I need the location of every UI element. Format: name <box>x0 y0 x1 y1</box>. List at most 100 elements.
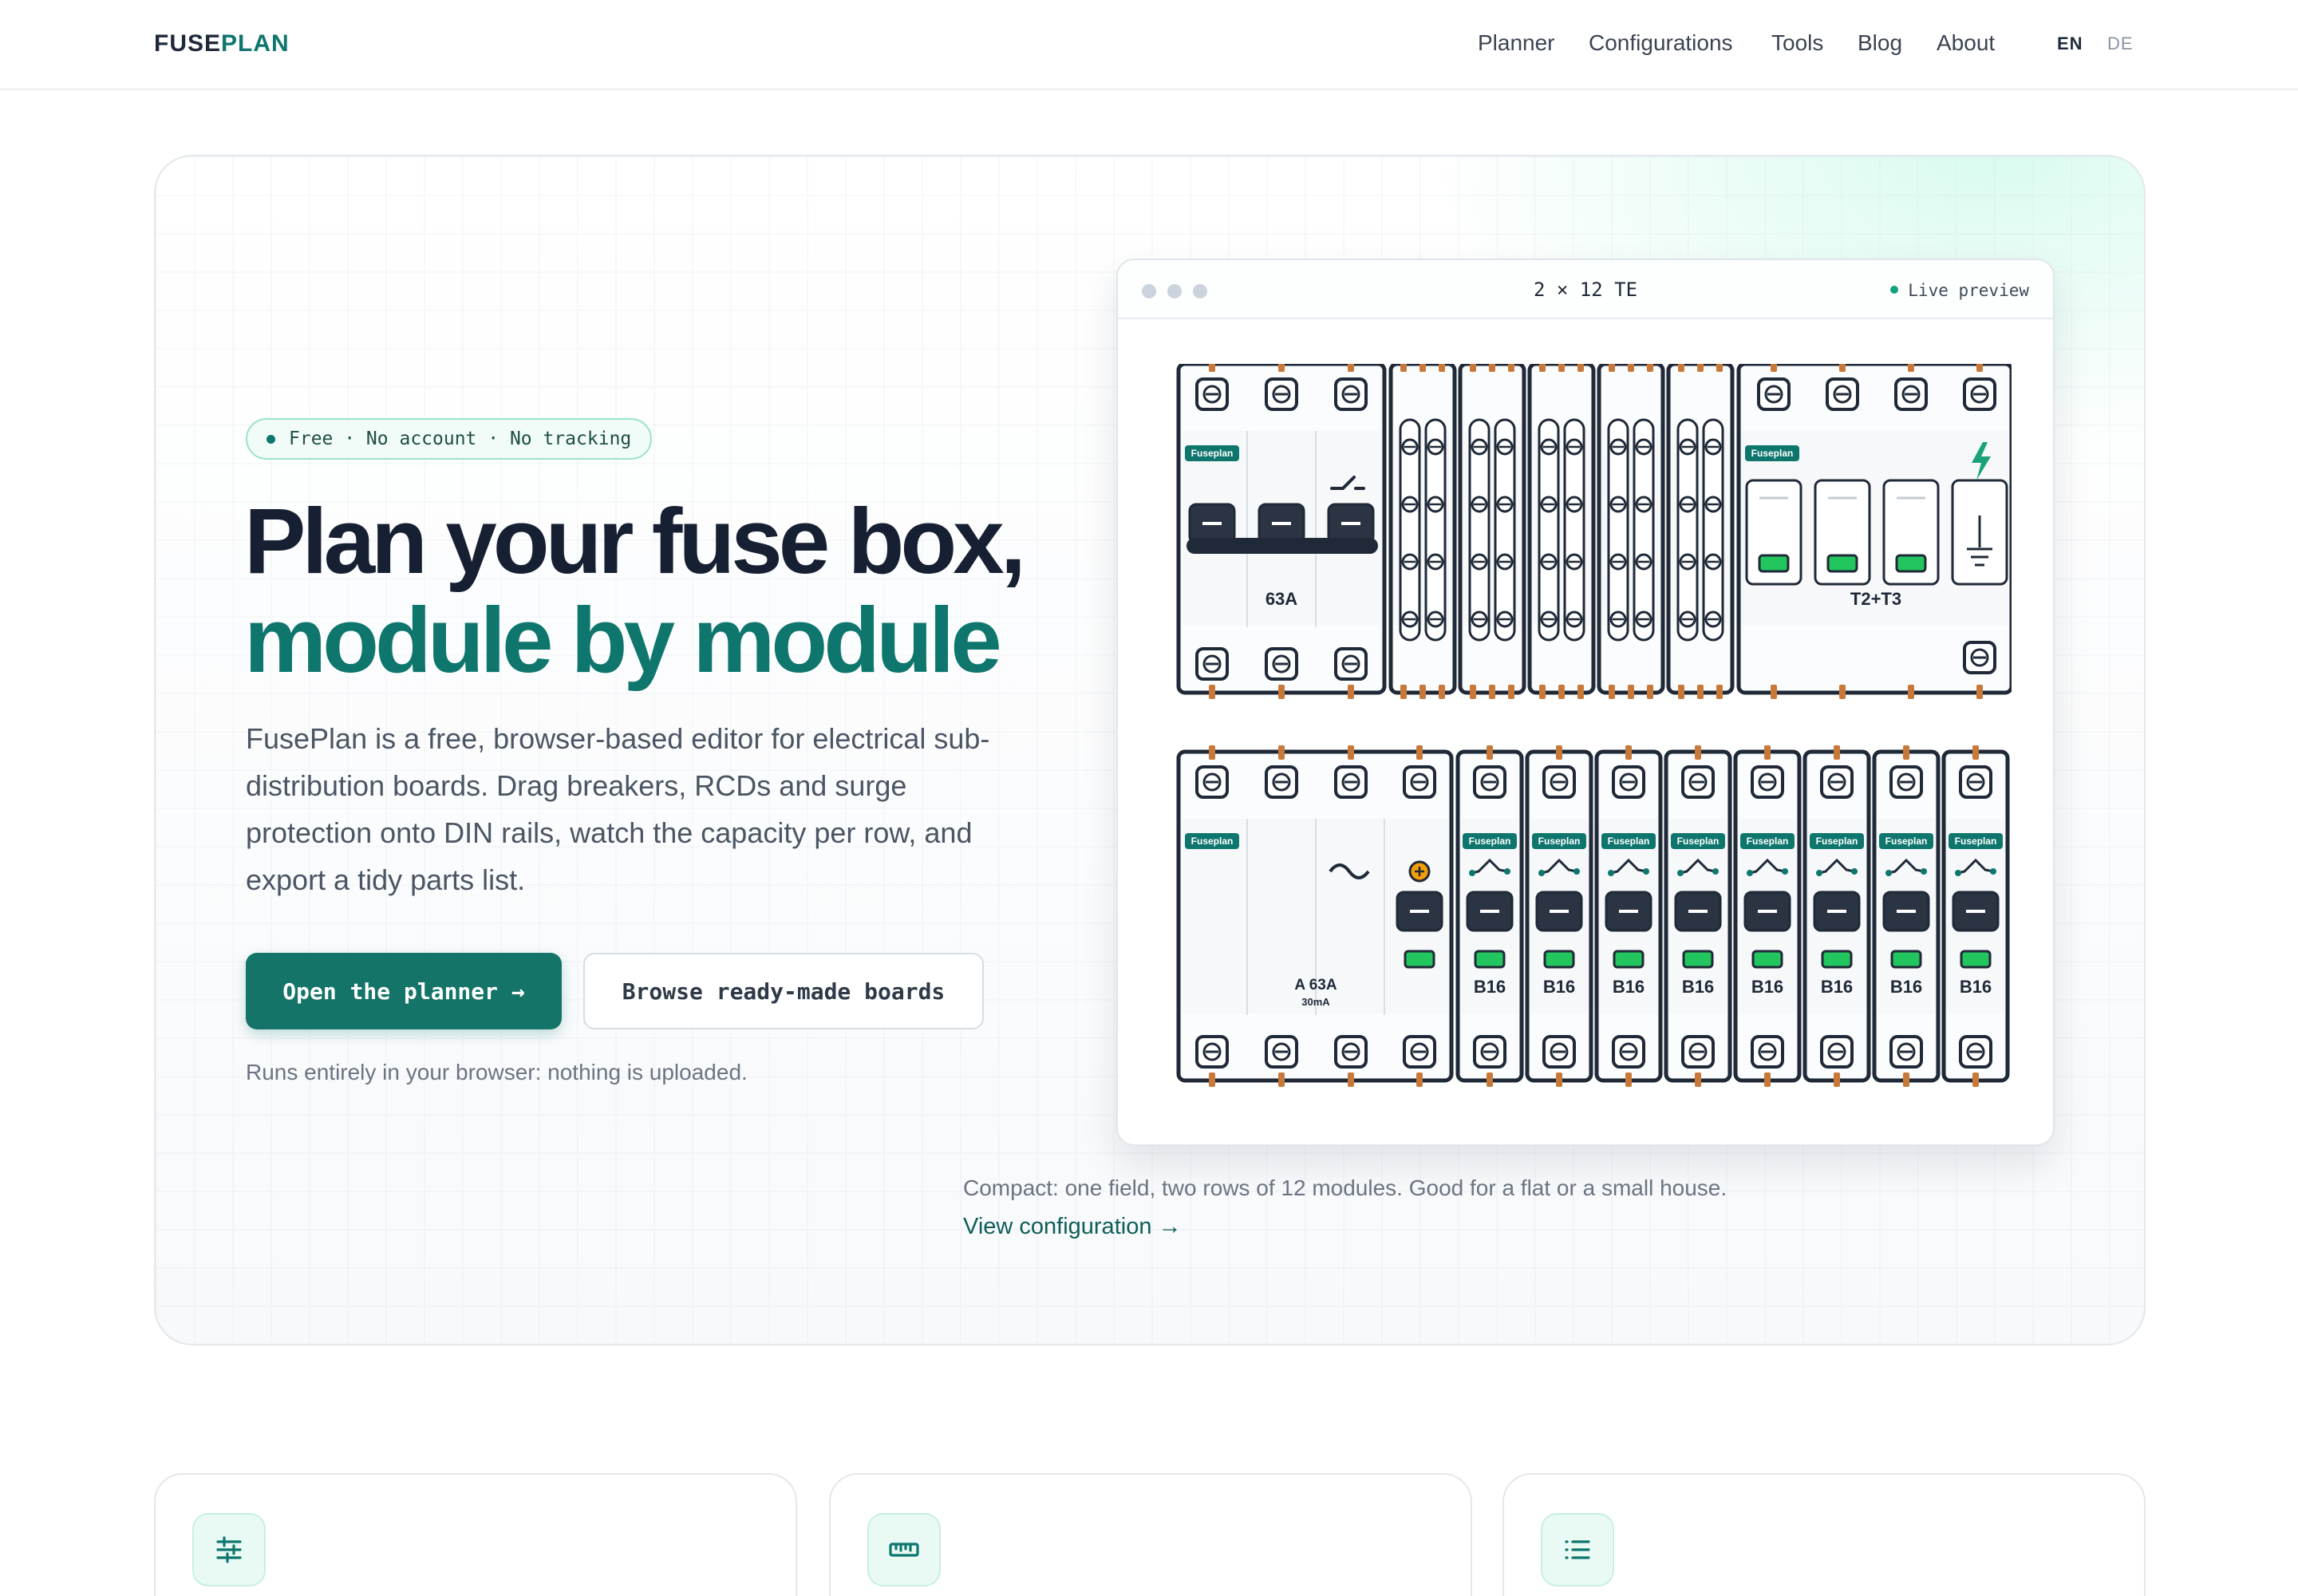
brand-label: Fuseplan <box>1816 836 1858 847</box>
copper-pin <box>1558 685 1565 699</box>
surge-protector: Fuseplan T2+T3 <box>1736 364 2012 699</box>
copper-pin <box>1628 364 1634 372</box>
open-planner-button[interactable]: Open the planner → <box>246 953 562 1029</box>
copper-pin <box>1976 364 1983 372</box>
status-indicator <box>1404 950 1435 969</box>
brand-label: Fuseplan <box>1885 836 1928 847</box>
copper-pin <box>1628 685 1634 699</box>
live-preview-label: Live preview <box>1908 281 2029 300</box>
main-switch: Fuseplan 63A <box>1176 364 1387 699</box>
badge-dot-icon <box>267 435 275 444</box>
privacy-note: Runs entirely in your browser: nothing i… <box>246 1060 748 1084</box>
copper-pin <box>1556 1073 1562 1087</box>
feature-card-1 <box>154 1473 797 1596</box>
browse-boards-button[interactable]: Browse ready-made boards <box>583 953 984 1029</box>
hero-title-line1: Plan your fuse box, <box>244 489 1026 593</box>
circuit-breaker: Fuseplan B16 <box>1664 745 1732 1087</box>
nav-blog[interactable]: Blog <box>1858 30 1902 56</box>
copper-pin <box>1771 364 1777 372</box>
breaker-rating: B16 <box>1751 977 1783 997</box>
copper-pin <box>1209 1073 1215 1087</box>
copper-pin <box>1439 685 1445 699</box>
copper-pin <box>1609 685 1615 699</box>
status-indicator <box>1751 950 1783 969</box>
live-preview-indicator: Live preview <box>1890 281 2029 300</box>
copper-pin <box>1647 685 1653 699</box>
brand-label: Fuseplan <box>1677 836 1720 847</box>
lang-de[interactable]: DE <box>2107 34 2134 54</box>
status-indicator <box>1821 950 1853 969</box>
brand-label: Fuseplan <box>1538 836 1581 847</box>
brand-label: Fuseplan <box>1608 836 1650 847</box>
nav-tools[interactable]: Tools <box>1771 30 1823 56</box>
circuit-breaker: Fuseplan B16 <box>1525 745 1593 1087</box>
status-indicator <box>1474 950 1506 969</box>
view-configuration-link[interactable]: View configuration → <box>963 1214 1182 1240</box>
copper-pin <box>1609 364 1615 372</box>
board-preview-window: 2 × 12 TE Live preview Fuseplan 63A Fusepl… <box>1116 259 2055 1146</box>
status-indicator <box>1960 950 1992 969</box>
brand-label: Fuseplan <box>1191 836 1234 847</box>
status-indicator <box>1613 950 1645 969</box>
copper-pin <box>1487 1073 1493 1087</box>
nav-configurations[interactable]: Configurations <box>1589 30 1733 56</box>
status-indicator <box>1895 554 1927 573</box>
logo-plan: PLAN <box>221 30 290 57</box>
copper-pin <box>1577 685 1584 699</box>
din-row-2: FuseplanA 63A30mAFuseplanB16FuseplanB16F… <box>1176 745 2010 1087</box>
copper-pin <box>1556 745 1562 760</box>
copper-pin <box>1539 685 1546 699</box>
copper-pin <box>1209 685 1215 699</box>
terminal-block <box>1527 364 1596 699</box>
status-indicator <box>1543 950 1575 969</box>
copper-pin <box>1678 364 1684 372</box>
status-indicator <box>1890 950 1922 969</box>
circuit-breaker: Fuseplan B16 <box>1455 745 1524 1087</box>
copper-pin <box>1771 685 1777 699</box>
copper-pin <box>1697 364 1704 372</box>
copper-pin <box>1539 364 1546 372</box>
copper-pin <box>1625 745 1632 760</box>
live-dot-icon <box>1890 286 1899 294</box>
badge-text: Free · No account · No tracking <box>289 429 632 449</box>
copper-pin <box>1678 685 1684 699</box>
lang-en[interactable]: EN <box>2057 34 2083 54</box>
feature-card-3 <box>1502 1473 2146 1596</box>
list-icon <box>1541 1513 1614 1586</box>
copper-pin <box>1439 364 1445 372</box>
hero-description: FusePlan is a free, browser-based editor… <box>246 722 990 896</box>
nav-planner[interactable]: Planner <box>1478 30 1555 56</box>
distribution-board-diagram[interactable]: Fuseplan 63A Fuseplan T2+T3 Fuseplan A 63A 30… <box>1166 364 2012 1114</box>
copper-pin <box>1348 1073 1354 1087</box>
copper-pin <box>1716 685 1723 699</box>
copper-pin <box>1508 685 1514 699</box>
copper-pin <box>1695 1073 1701 1087</box>
brand-label: Fuseplan <box>1469 836 1511 847</box>
copper-pin <box>1903 745 1909 760</box>
site-logo[interactable]: FUSEPLAN <box>154 30 290 57</box>
terminal-block <box>1597 364 1665 699</box>
rcd-rating: A 63A <box>1294 977 1337 994</box>
copper-pin <box>1348 364 1354 372</box>
copper-pin <box>1487 745 1493 760</box>
din-row-1: Fuseplan 63A Fuseplan T2+T3 <box>1176 364 2012 699</box>
copper-pin <box>1400 685 1407 699</box>
copper-pin <box>1416 1073 1423 1087</box>
copper-pin <box>1470 685 1476 699</box>
nav-about[interactable]: About <box>1937 30 1995 56</box>
copper-pin <box>1903 1073 1909 1087</box>
copper-pin <box>1625 1073 1632 1087</box>
breaker-rating: B16 <box>1543 977 1575 997</box>
copper-pin <box>1972 1073 1979 1087</box>
breaker-rating: B16 <box>1474 977 1506 997</box>
copper-pin <box>1348 685 1354 699</box>
copper-pin <box>1470 364 1476 372</box>
rcd-module: Fuseplan A 63A 30mA <box>1176 745 1454 1087</box>
copper-pin <box>1209 745 1215 760</box>
copper-pin <box>1834 745 1840 760</box>
breaker-rating: B16 <box>1682 977 1714 997</box>
copper-pin <box>1419 364 1426 372</box>
circuit-breaker: Fuseplan B16 <box>1802 745 1871 1087</box>
copper-pin <box>1558 364 1565 372</box>
copper-pin <box>1278 364 1285 372</box>
